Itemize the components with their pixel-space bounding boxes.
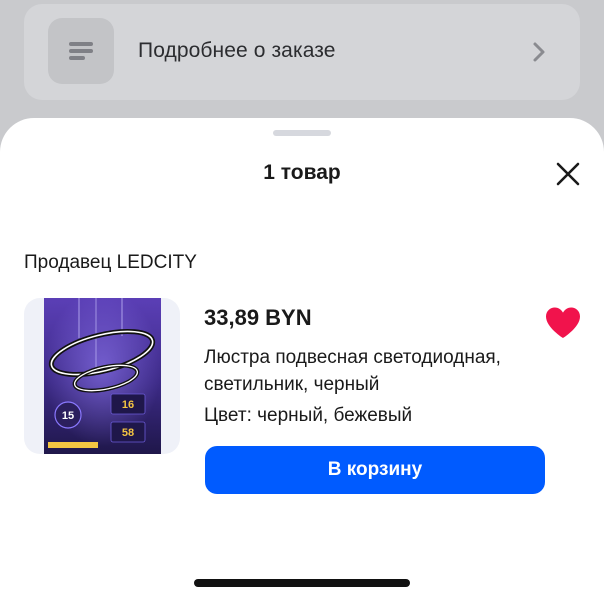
image-badge-bottom: 58 — [122, 427, 134, 439]
product-image[interactable]: 15 16 58 — [24, 298, 180, 454]
image-badge-left: 15 — [62, 410, 74, 422]
image-badge-top: 16 — [122, 399, 134, 411]
chandelier-image: 15 16 58 — [44, 298, 161, 454]
add-to-cart-button[interactable]: В корзину — [205, 446, 545, 494]
home-indicator — [194, 579, 410, 587]
list-icon — [48, 18, 114, 84]
product-color: Цвет: черный, бежевый — [204, 405, 413, 426]
seller-label: Продавец LEDCITY — [24, 252, 197, 273]
heart-icon[interactable] — [544, 306, 582, 340]
chevron-right-icon — [533, 42, 545, 62]
order-details-label: Подробнее о заказе — [138, 39, 336, 62]
bottom-sheet: 1 товар Продавец LEDCITY 15 16 58 33,89 … — [0, 118, 604, 600]
close-icon[interactable] — [550, 156, 586, 192]
sheet-title: 1 товар — [263, 161, 341, 184]
product-name[interactable]: Люстра подвесная светодиодная, светильни… — [204, 344, 544, 398]
sheet-grabber[interactable] — [273, 130, 331, 136]
product-price: 33,89 BYN — [204, 305, 312, 330]
